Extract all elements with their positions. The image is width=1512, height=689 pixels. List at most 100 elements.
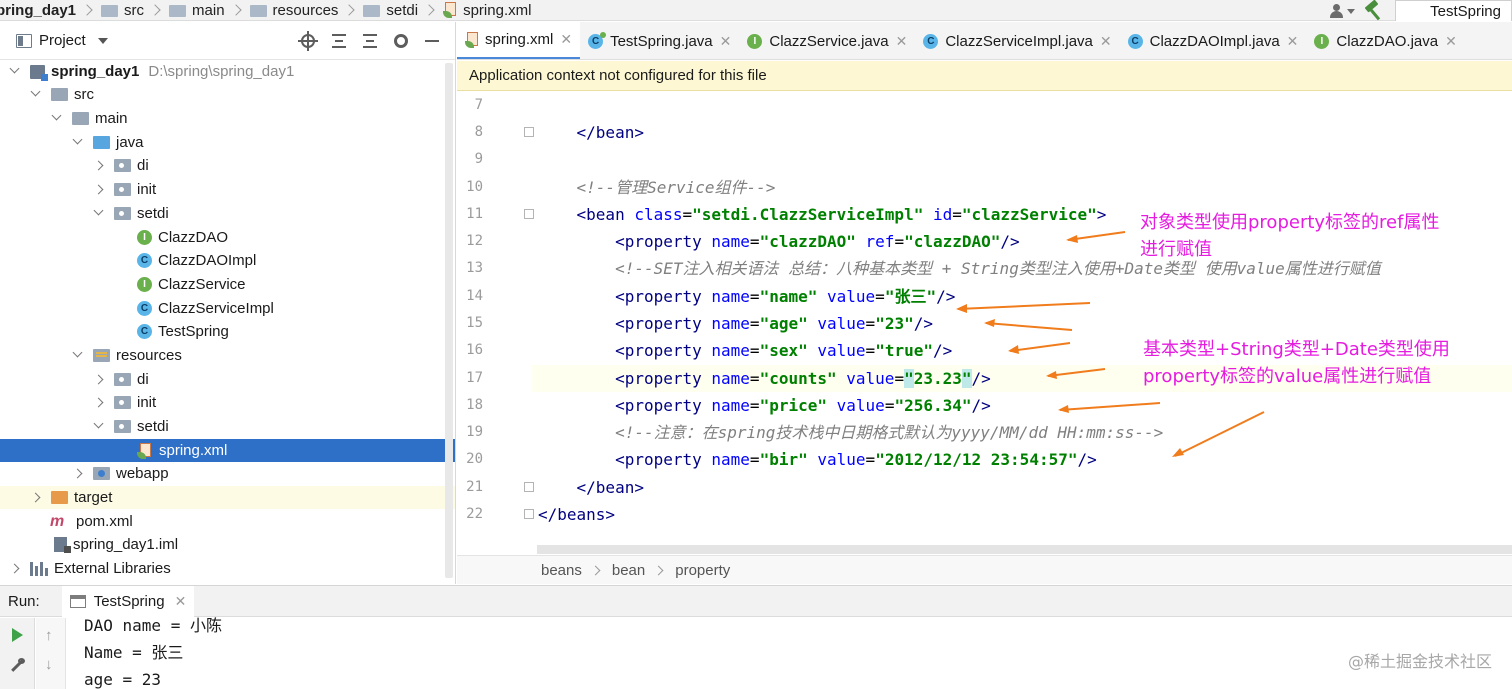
tab-clazzdaoimpl-java[interactable]: C ClazzDAOImpl.java ✕ [1120, 22, 1307, 59]
rerun-play-icon[interactable] [12, 628, 23, 642]
expand-all-button[interactable] [323, 22, 354, 60]
tree-item-clazzserviceimpl[interactable]: C ClazzServiceImpl [0, 297, 455, 320]
breadcrumb-label: src [124, 1, 145, 19]
tree-item-di[interactable]: di [0, 154, 455, 177]
collapse-all-button[interactable] [354, 22, 385, 60]
code-line-19: <!--注意：在spring技术栈中日期格式默认为yyyy/MM/dd HH:m… [538, 419, 1163, 446]
close-icon[interactable]: ✕ [560, 31, 572, 48]
chevron-down-icon[interactable] [93, 205, 104, 216]
fold-marker[interactable] [524, 509, 534, 519]
fold-marker[interactable] [524, 209, 534, 219]
tree-item-spring-xml[interactable]: spring.xml [0, 439, 455, 462]
hide-panel-button[interactable] [416, 22, 447, 60]
build-hammer-icon[interactable] [1363, 0, 1383, 21]
tree-item-clazzservice[interactable]: I ClazzService [0, 273, 455, 296]
tree-item-label: ClazzServiceImpl [158, 300, 274, 317]
chevron-down-icon[interactable] [9, 63, 20, 74]
code-attr: name [711, 369, 750, 388]
tree-item-main[interactable]: main [0, 107, 455, 130]
close-icon[interactable]: ✕ [175, 593, 187, 610]
fold-marker[interactable] [524, 482, 534, 492]
close-icon[interactable]: ✕ [896, 33, 908, 50]
code-tag: <property [615, 287, 712, 306]
tree-item-pom-xml[interactable]: m pom.xml [0, 510, 455, 533]
run-tab-label: TestSpring [93, 592, 165, 610]
breadcrumb-item-beans[interactable]: beans [541, 562, 582, 579]
close-icon[interactable]: ✕ [1445, 33, 1457, 50]
breadcrumb-item-bean[interactable]: bean [612, 562, 645, 579]
chevron-right-icon[interactable] [72, 468, 83, 479]
tree-item-webapp[interactable]: webapp [0, 462, 455, 485]
settings-button[interactable] [385, 22, 416, 60]
tree-item-res-setdi[interactable]: setdi [0, 415, 455, 438]
editor-horizontal-scrollbar[interactable] [537, 545, 1512, 554]
chevron-right-icon[interactable] [9, 563, 20, 574]
line-number: 14 [466, 288, 483, 304]
wrench-icon[interactable] [10, 658, 25, 673]
breadcrumb-separator [343, 4, 356, 16]
chevron-down-icon[interactable] [72, 347, 83, 358]
breadcrumb-item-property[interactable]: property [675, 562, 730, 579]
excluded-folder-icon [51, 491, 68, 504]
tree-item-init[interactable]: init [0, 178, 455, 201]
tree-item-iml[interactable]: spring_day1.iml [0, 533, 455, 556]
close-icon[interactable]: ✕ [1100, 33, 1112, 50]
run-console: ↑ ↓ DAO name = 小陈 Name = 张三 age = 23 [0, 616, 1512, 689]
tab-clazzserviceimpl-java[interactable]: C ClazzServiceImpl.java ✕ [915, 22, 1119, 59]
tree-item-resources[interactable]: resources [0, 344, 455, 367]
breadcrumb-setdi[interactable]: setdi [363, 0, 418, 21]
code-tag: > [1096, 205, 1107, 224]
run-configuration-dropdown[interactable]: TestSpring [1395, 0, 1512, 21]
tree-item-res-init[interactable]: init [0, 391, 455, 414]
breadcrumb-main[interactable]: main [169, 0, 225, 21]
chevron-right-icon[interactable] [93, 160, 104, 171]
chevron-down-icon[interactable] [51, 110, 62, 121]
chevron-down-icon[interactable] [72, 134, 83, 145]
breadcrumb-spring-xml[interactable]: spring.xml [443, 0, 531, 21]
xml-file-icon [137, 442, 153, 459]
code-eq: = [749, 396, 760, 415]
chevron-right-icon[interactable] [93, 184, 104, 195]
breadcrumb-label: pring_day1 [0, 1, 77, 19]
code-eq: = [894, 369, 905, 388]
close-icon[interactable]: ✕ [1287, 33, 1299, 50]
chevron-right-icon[interactable] [30, 492, 41, 503]
chevron-right-icon[interactable] [93, 397, 104, 408]
tab-spring-xml[interactable]: spring.xml ✕ [457, 22, 581, 59]
project-panel-header: Project [0, 22, 455, 60]
code-eq: = [749, 287, 760, 306]
iml-file-icon [54, 537, 71, 553]
tree-item-src[interactable]: src [0, 83, 455, 106]
close-icon[interactable]: ✕ [720, 33, 732, 50]
breadcrumb-src[interactable]: src [101, 0, 144, 21]
tree-item-label: setdi [137, 418, 169, 435]
code-editor[interactable]: 7 8 9 10 11 12 13 14 15 16 17 18 19 20 2… [457, 92, 1512, 541]
breadcrumb-resources[interactable]: resources [249, 0, 338, 21]
tab-clazzdao-java[interactable]: I ClazzDAO.java ✕ [1306, 22, 1464, 59]
tree-item-target[interactable]: target [0, 486, 455, 509]
locate-file-button[interactable] [292, 22, 323, 60]
tree-item-clazzdao[interactable]: I ClazzDAO [0, 226, 455, 249]
chevron-down-icon[interactable] [97, 37, 108, 44]
tree-item-res-di[interactable]: di [0, 368, 455, 391]
tree-item-spring-day1[interactable]: spring_day1 D:\spring\spring_day1 [0, 60, 455, 83]
arrow-up-icon[interactable]: ↑ [45, 627, 53, 644]
arrow-down-icon[interactable]: ↓ [45, 656, 53, 673]
tab-testspring-java[interactable]: C TestSpring.java ✕ [580, 22, 739, 59]
tree-item-clazzdaoimpl[interactable]: C ClazzDAOImpl [0, 249, 455, 272]
tree-item-label: main [95, 110, 128, 127]
tree-item-java[interactable]: java [0, 131, 455, 154]
tree-item-setdi[interactable]: setdi [0, 202, 455, 225]
project-view-selector[interactable]: Project [39, 32, 86, 49]
chevron-down-icon[interactable] [30, 86, 41, 97]
tree-item-testspring[interactable]: C TestSpring [0, 320, 455, 343]
fold-marker[interactable] [524, 127, 534, 137]
user-account-icon[interactable] [1327, 3, 1356, 19]
tree-item-external-libraries[interactable]: External Libraries [0, 557, 455, 580]
breadcrumb-project[interactable]: pring_day1 [0, 0, 76, 21]
tab-clazzservice-java[interactable]: I ClazzService.java ✕ [739, 22, 915, 59]
interface-icon: I [747, 33, 763, 49]
project-tree-scrollbar[interactable] [445, 63, 453, 578]
chevron-right-icon[interactable] [93, 374, 104, 385]
chevron-down-icon[interactable] [93, 418, 104, 429]
